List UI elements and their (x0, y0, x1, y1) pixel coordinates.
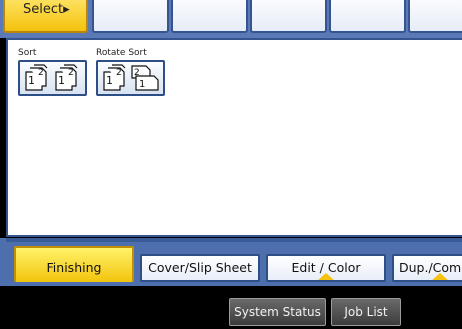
rotate-sort-label: Rotate Sort (96, 48, 147, 58)
rotate-sort-group: Rotate Sort 1 2 2 1 (96, 48, 165, 96)
job-list-label: Job List (344, 305, 388, 319)
rotate-sort-icon: 1 2 2 1 (103, 64, 159, 91)
select-button[interactable]: Select▸ (3, 0, 88, 33)
select-button-label: Select▸ (23, 2, 70, 17)
top-option-button[interactable] (92, 0, 169, 33)
top-option-button[interactable] (250, 0, 327, 33)
tab-indicator-icon (317, 273, 335, 280)
rotate-sort-button[interactable]: 1 2 2 1 (96, 60, 165, 96)
top-toolbar: Select▸ (0, 0, 462, 38)
svg-text:1: 1 (139, 79, 145, 90)
tab-edit-color[interactable]: Edit / Color (266, 254, 386, 282)
svg-text:2: 2 (116, 68, 122, 78)
svg-text:2: 2 (38, 68, 44, 78)
job-list-button[interactable]: Job List (331, 298, 401, 326)
top-option-button[interactable] (171, 0, 248, 33)
sort-label: Sort (18, 48, 37, 58)
svg-text:2: 2 (134, 68, 140, 78)
top-option-button[interactable] (329, 0, 406, 33)
frame-divider (6, 238, 462, 242)
system-status-label: System Status (234, 305, 321, 319)
sort-button[interactable]: 1 2 1 2 (18, 60, 87, 96)
system-status-button[interactable]: System Status (229, 298, 326, 326)
tab-finishing-label: Finishing (46, 260, 102, 275)
sort-icon: 1 2 1 2 (25, 64, 78, 91)
svg-text:2: 2 (68, 68, 74, 78)
tab-bar: Finishing Cover/Slip Sheet Edit / Color … (0, 246, 462, 286)
sort-group: Sort 1 2 1 2 (18, 48, 87, 96)
tab-cover-slip-sheet[interactable]: Cover/Slip Sheet (140, 254, 260, 282)
finishing-panel: Sort 1 2 1 2 Rotate Sort 1 2 2 1 (6, 38, 462, 237)
tab-finishing[interactable]: Finishing (14, 246, 134, 282)
system-bar: System Status Job List (0, 286, 462, 329)
tab-indicator-icon (431, 273, 449, 280)
svg-text:1: 1 (28, 74, 35, 87)
top-option-button[interactable] (408, 0, 462, 33)
svg-text:1: 1 (58, 74, 65, 87)
tab-dup-combine[interactable]: Dup./Combine (392, 254, 462, 282)
tab-cover-slip-sheet-label: Cover/Slip Sheet (148, 260, 252, 275)
svg-text:1: 1 (106, 74, 113, 87)
